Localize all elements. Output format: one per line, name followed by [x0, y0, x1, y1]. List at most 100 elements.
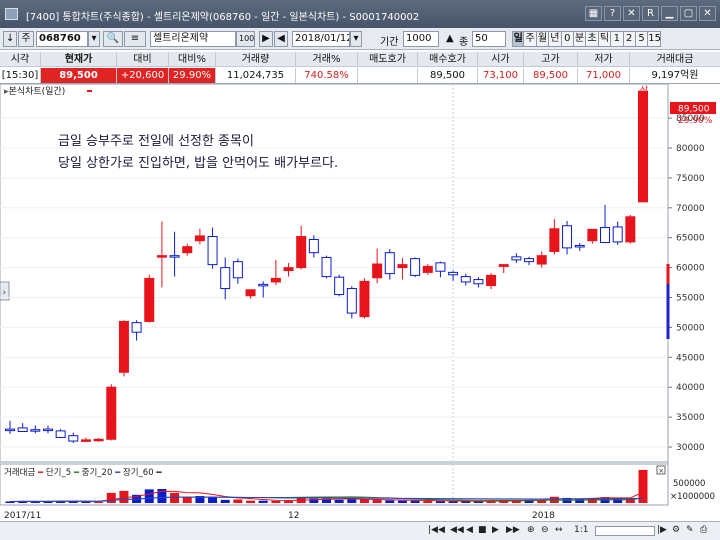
date-input[interactable]: 2018/01/12 [292, 31, 350, 47]
candle-body [359, 280, 370, 318]
print-icon[interactable]: ⎙ [700, 525, 707, 538]
volume-bar [220, 499, 230, 503]
count-label-icon: ▲ [446, 33, 454, 44]
price-tick-label: 55000 [676, 294, 705, 304]
edit-icon[interactable]: ✎ [686, 525, 694, 538]
date-dropdown-icon[interactable]: ▾ [350, 31, 362, 47]
tab-5[interactable]: 5 [635, 31, 649, 47]
horizontal-scrollbar[interactable] [595, 526, 655, 536]
candle-body [435, 262, 446, 272]
zoom-out-icon[interactable]: ⊖ [541, 525, 549, 538]
name-badge: 100 [236, 31, 255, 47]
search-icon[interactable]: 🔍 [103, 31, 123, 47]
next-icon[interactable]: ▶ [259, 31, 273, 47]
value-time: [15:30] [0, 68, 41, 83]
tab-week[interactable]: 주 [524, 31, 537, 47]
zoom-ratio[interactable]: 1:1 [574, 525, 588, 538]
stock-name-field[interactable]: 셀트리온제약 [150, 31, 236, 47]
candle-body [625, 216, 636, 243]
tab-tick[interactable]: 틱 [598, 31, 612, 47]
help-icon[interactable]: ? [604, 6, 621, 21]
annotation-line-1: 금일 승부주로 전일에 선정한 종목이 [58, 134, 254, 149]
tab-1[interactable]: 1 [611, 31, 624, 47]
price-tick-label: 70000 [676, 204, 705, 214]
volume-bar [448, 501, 458, 503]
candle-body [600, 227, 611, 243]
volume-bar [397, 500, 407, 503]
bottom-navigation: |◀◀ ◀◀ ◀ ■ ▶ ▶▶ ⊕ ⊖ ↔ 1:1 |▶ ⚙ ✎ ⎙ [0, 521, 720, 540]
stock-code-input[interactable]: 068760 [36, 31, 88, 47]
candle-body [511, 256, 522, 261]
maximize-button[interactable]: ▢ [680, 6, 697, 21]
app-icon [5, 8, 18, 20]
candle-body [283, 267, 294, 272]
candle-body [131, 322, 142, 333]
tab-day[interactable]: 일 [512, 31, 525, 47]
scroll-first-icon[interactable]: |◀◀ [428, 525, 445, 538]
price-tick-label: 45000 [676, 353, 705, 363]
chart-area[interactable]: › 30000 35000 40000 45000 50000 55000 60000 650… [0, 84, 720, 521]
scroll-prev-page-icon[interactable]: ◀◀ [450, 525, 464, 538]
scroll-prev-icon[interactable]: ◀ [466, 525, 473, 538]
stock-type-button[interactable]: 주 [18, 31, 34, 47]
volume-bar [258, 500, 268, 503]
header-time: 시각 [0, 52, 41, 67]
layout-icon[interactable]: ▦ [585, 6, 602, 21]
scroll-next-page-icon[interactable]: ▶▶ [506, 525, 520, 538]
scroll-end-icon[interactable]: |▶ [657, 525, 667, 538]
volume-bar [94, 501, 104, 503]
scroll-more-icon[interactable]: ↔ [555, 525, 563, 538]
down-arrow-icon[interactable]: ↓ [3, 31, 17, 47]
minimize-button[interactable]: ▁ [661, 6, 678, 21]
candle-body [587, 228, 598, 242]
period-input[interactable]: 1000 [403, 31, 439, 47]
tab-month[interactable]: 월 [536, 31, 550, 47]
candle-body [562, 225, 573, 249]
price-tick-label: 60000 [676, 264, 705, 274]
volume-legend-title: 거래대금 [4, 468, 35, 478]
candle-body [156, 255, 167, 258]
candle-body [220, 267, 231, 290]
candle-body [30, 429, 41, 432]
tab-second[interactable]: 초 [586, 31, 599, 47]
tab-year[interactable]: 년 [549, 31, 562, 47]
candle-body [448, 271, 459, 276]
count-input[interactable]: 50 [472, 31, 506, 47]
settings-icon[interactable]: ⚙ [672, 525, 680, 538]
price-tick-label: 65000 [676, 234, 705, 244]
candle-body [536, 255, 547, 265]
tab-2[interactable]: 2 [623, 31, 636, 47]
tab-0[interactable]: 0 [561, 31, 574, 47]
header-high: 고가 [524, 52, 578, 67]
volume-bar [334, 499, 344, 503]
r-icon[interactable]: R [642, 6, 659, 21]
tab-minute[interactable]: 분 [573, 31, 587, 47]
candle-body [106, 386, 117, 440]
code-dropdown-icon[interactable]: ▾ [88, 31, 100, 47]
prev-icon[interactable]: ◀ [274, 31, 288, 47]
volume-bar [144, 489, 154, 503]
candle-body [612, 226, 623, 243]
volume-legend: 거래대금 ━ 단기_5 ━ 중기_20 ━ 장기_60 ━ [4, 467, 162, 478]
legend-mid: 중기_20 [82, 468, 113, 478]
scroll-next-icon[interactable]: ▶ [492, 525, 499, 538]
candle-body [524, 258, 535, 263]
candle-body [42, 428, 53, 432]
value-change: +20,600 [117, 68, 169, 83]
header-ask: 매도호가 [358, 52, 418, 67]
x-label-2018: 2018 [532, 511, 555, 521]
volume-bar [106, 492, 116, 503]
tools-icon[interactable]: ✕ [623, 6, 640, 21]
header-open: 시가 [478, 52, 524, 67]
candle-body [372, 263, 383, 279]
tab-15[interactable]: 15 [648, 31, 661, 47]
candle-body [574, 244, 585, 248]
zoom-in-icon[interactable]: ⊕ [527, 525, 535, 538]
close-button[interactable]: ✕ [699, 6, 716, 21]
volume-bar [423, 501, 433, 503]
stop-icon[interactable]: ■ [478, 525, 487, 538]
current-pct-label: 29.90% [678, 116, 713, 126]
value-bid: 89,500 [418, 68, 478, 83]
list-icon[interactable]: ≡ [124, 31, 146, 47]
quote-table: 시각 현재가 대비 대비% 거래량 거래% 매도호가 매수호가 시가 고가 저가… [0, 51, 720, 84]
